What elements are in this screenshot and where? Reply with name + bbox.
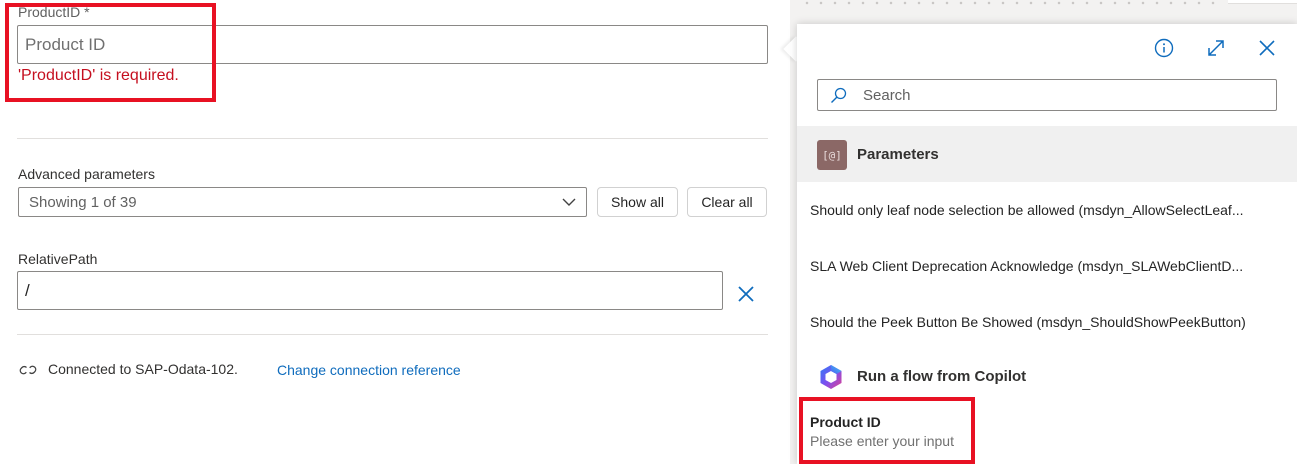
parameters-section-title: Parameters	[857, 146, 939, 163]
list-item[interactable]: Should the Peek Button Be Showed (msdyn_…	[810, 314, 1282, 330]
parameters-badge-icon: [@]	[817, 140, 847, 170]
search-input[interactable]: Search	[817, 79, 1277, 111]
search-placeholder: Search	[863, 87, 911, 104]
action-parameters-panel: ProductID * Product ID 'ProductID' is re…	[0, 0, 790, 464]
divider	[17, 138, 768, 139]
expand-icon[interactable]	[1206, 38, 1226, 58]
chevron-down-icon	[562, 198, 576, 206]
flow-section-title: Run a flow from Copilot	[857, 368, 1027, 385]
clear-all-button[interactable]: Clear all	[687, 187, 767, 217]
highlight-box	[799, 397, 975, 464]
canvas-card	[1228, 0, 1297, 4]
info-icon[interactable]	[1154, 38, 1174, 58]
advanced-parameters-dropdown[interactable]: Showing 1 of 39	[18, 187, 587, 217]
list-item[interactable]: Should only leaf node selection be allow…	[810, 202, 1282, 218]
highlight-box	[5, 3, 216, 102]
change-connection-link[interactable]: Change connection reference	[277, 362, 461, 378]
link-icon	[19, 365, 37, 375]
close-icon[interactable]	[1257, 38, 1277, 58]
relative-path-value: /	[25, 280, 30, 300]
divider	[17, 334, 768, 335]
show-all-button[interactable]: Show all	[597, 187, 678, 217]
relative-path-label: RelativePath	[18, 251, 98, 267]
close-icon[interactable]	[737, 285, 755, 303]
parameters-section-header[interactable]: [@] Parameters	[797, 126, 1297, 182]
canvas-grid	[800, 0, 1220, 10]
flow-section-header[interactable]: Run a flow from Copilot	[797, 358, 1297, 396]
advanced-parameters-value: Showing 1 of 39	[29, 193, 137, 211]
relative-path-input[interactable]: /	[17, 271, 723, 310]
search-icon	[831, 87, 847, 103]
connection-status: Connected to SAP-Odata-102.	[48, 361, 238, 377]
copilot-icon	[820, 365, 842, 389]
advanced-parameters-label: Advanced parameters	[18, 166, 155, 182]
list-item[interactable]: SLA Web Client Deprecation Acknowledge (…	[810, 258, 1282, 274]
